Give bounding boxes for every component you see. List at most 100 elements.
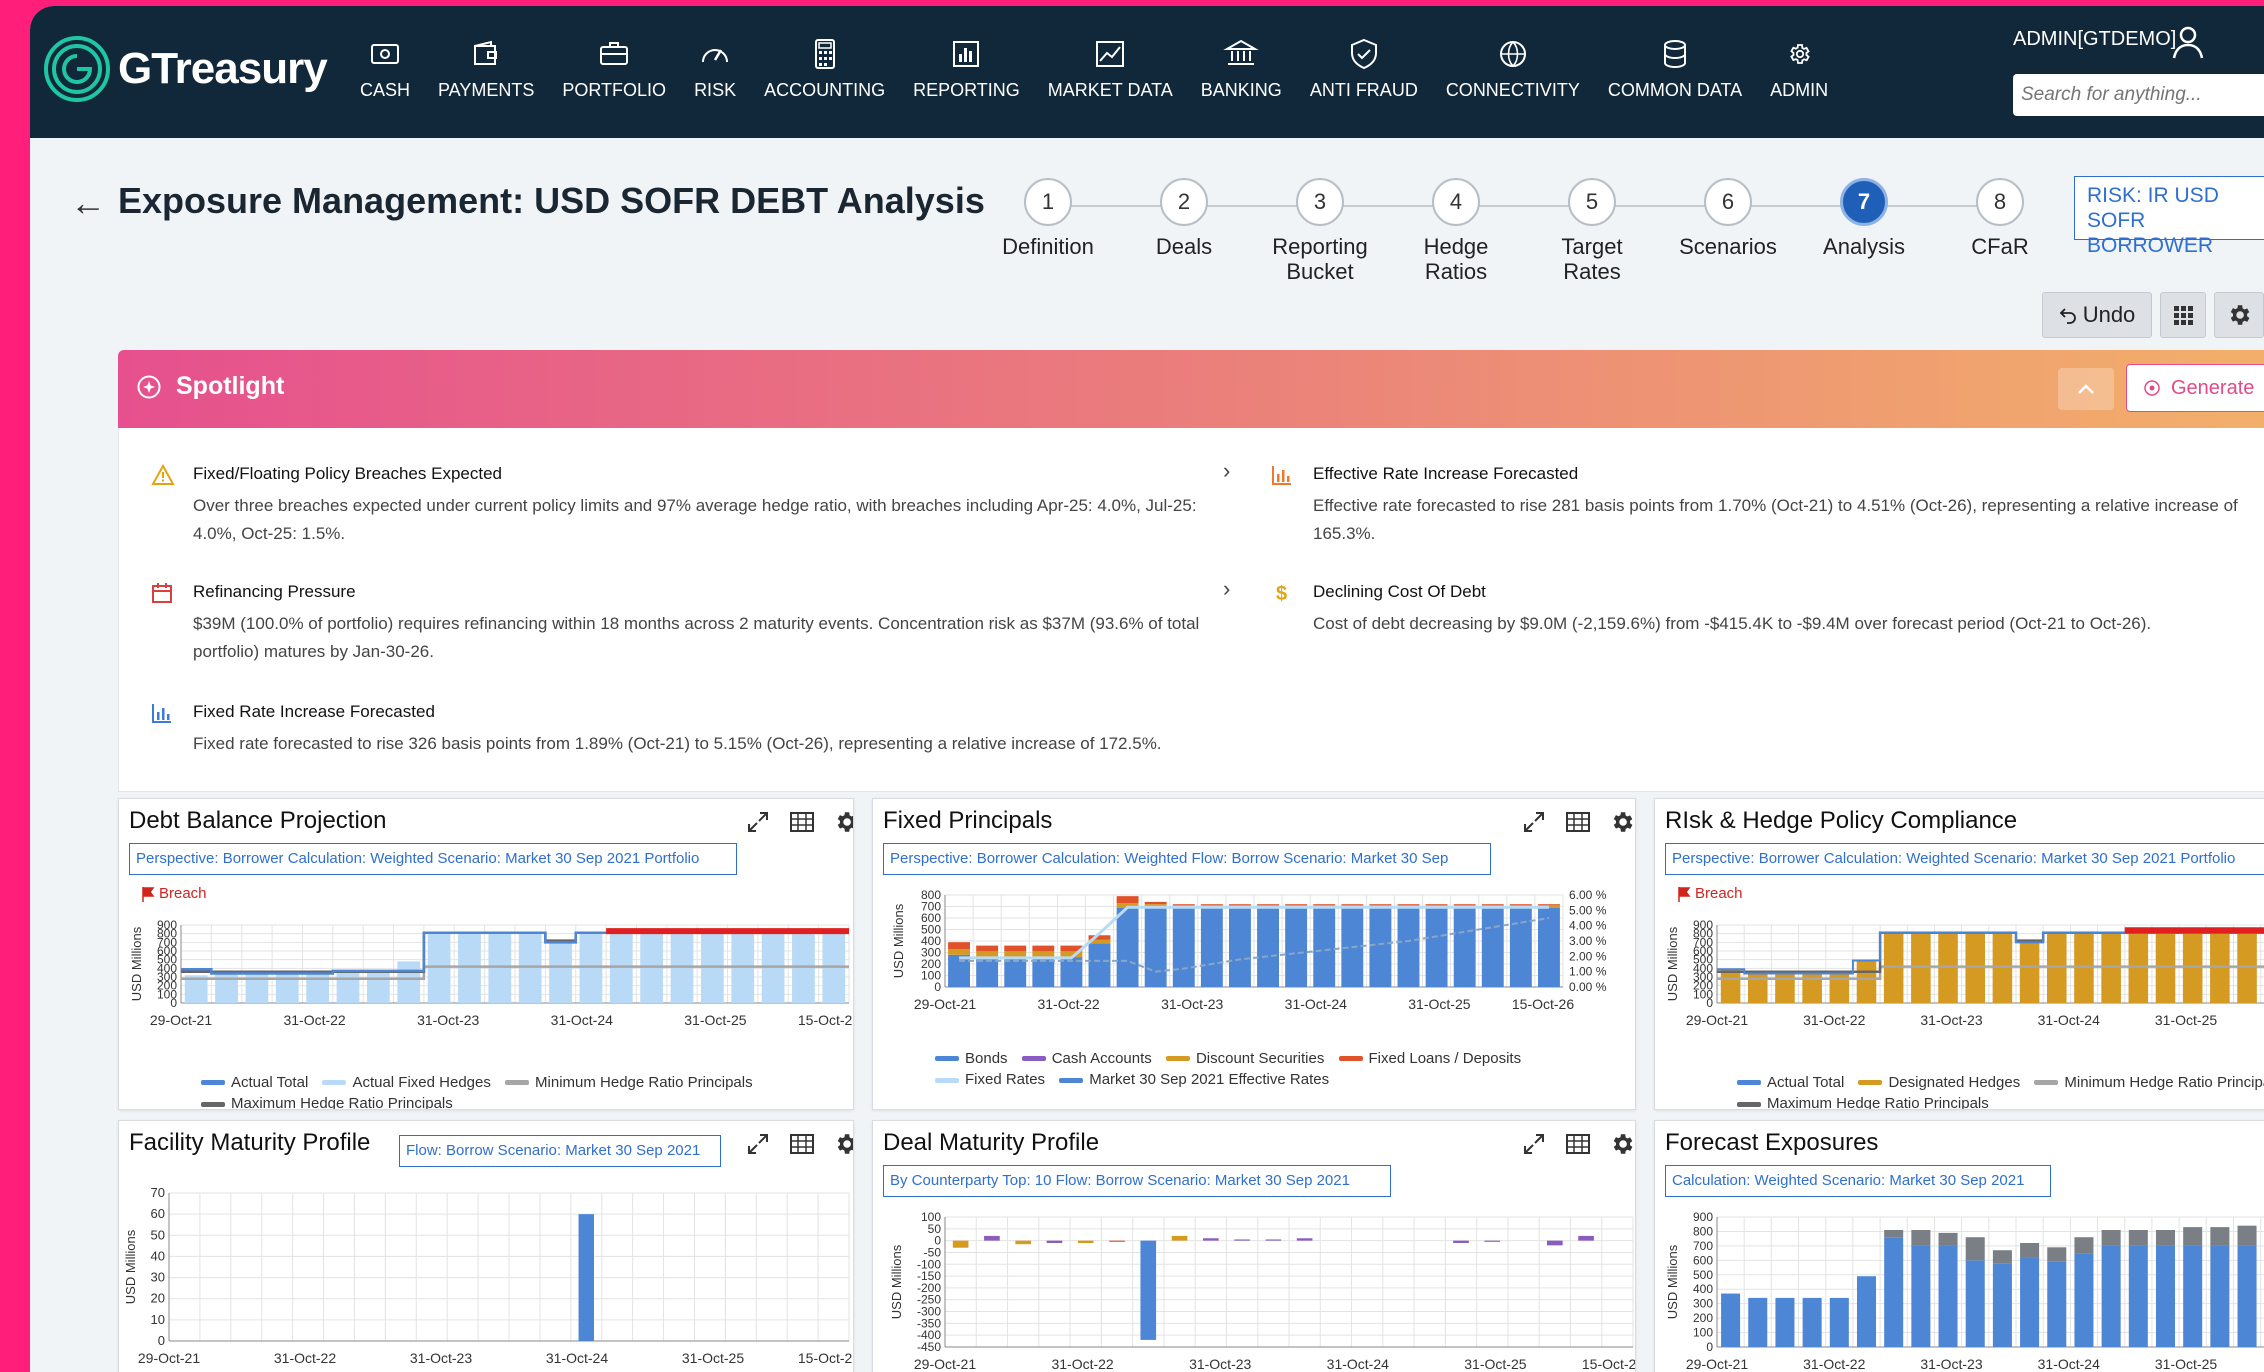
nav-payments[interactable]: PAYMENTS [424, 36, 548, 101]
bar-forecast-additional [1884, 1230, 1904, 1238]
debt-balance-chart[interactable]: 0100200300400500600700800900USD Millions… [119, 905, 854, 1085]
y-tick-label: 20 [151, 1291, 165, 1306]
bar-forecast-base [1829, 1297, 1849, 1347]
legend-item[interactable]: Market 30 Sep 2021 Effective Rates [1059, 1070, 1329, 1090]
legend-item[interactable]: Designated Hedges [1858, 1073, 2020, 1093]
legend-item[interactable]: Maximum Hedge Ratio Principals [1737, 1094, 1989, 1109]
step-definition[interactable]: 1 Definition [980, 178, 1116, 259]
risk-hedge-chart[interactable]: 0100200300400500600700800900USD Millions… [1655, 905, 2264, 1085]
nav-label: PAYMENTS [438, 80, 535, 100]
nav-admin[interactable]: ADMIN [1756, 36, 1842, 101]
bar-forecast-additional [2128, 1230, 2148, 1246]
risk-label-box[interactable]: RISK: IR USD SOFR BORROWER [2074, 176, 2264, 257]
gear-icon[interactable] [1607, 807, 1635, 837]
gear-icon[interactable] [1607, 1129, 1635, 1159]
top-navigation-bar: GTreasury CASH PAYMENTS PORTFOLIO RISK ACCOU… [30, 6, 2264, 138]
nav-risk[interactable]: RISK [680, 36, 750, 101]
bar-actual-fixed-hedges [458, 932, 481, 1003]
expand-icon[interactable] [1519, 1129, 1549, 1159]
chevron-right-icon[interactable]: › [1223, 458, 1230, 484]
bar-forecast-base [2128, 1245, 2148, 1347]
nav-portfolio[interactable]: PORTFOLIO [548, 36, 680, 101]
fixed-principals-chart[interactable]: 0100200300400500600700800USD Millions29-… [873, 883, 1636, 1053]
legend-item[interactable]: Maximum Hedge Ratio Principals [201, 1094, 453, 1109]
generate-button[interactable]: Generate [2126, 364, 2264, 412]
chevron-right-icon[interactable]: › [1223, 576, 1230, 602]
expand-icon[interactable] [743, 1129, 773, 1159]
step-number: 6 [1704, 178, 1752, 226]
expand-icon[interactable] [743, 807, 773, 837]
search-input[interactable] [2013, 74, 2264, 116]
card-filter[interactable]: Perspective: Borrower Calculation: Weigh… [129, 843, 737, 875]
step-target-rates[interactable]: 5 Target Rates [1524, 178, 1660, 284]
nav-accounting[interactable]: ACCOUNTING [750, 36, 899, 101]
nav-banking[interactable]: BANKING [1187, 36, 1296, 101]
step-deals[interactable]: 2 Deals [1116, 178, 1252, 259]
card-filter[interactable]: Perspective: Borrower Calculation: Weigh… [883, 843, 1491, 875]
y-tick-label: 200 [1693, 1311, 1713, 1325]
svg-text:$: $ [1276, 583, 1287, 604]
bar-forecast-additional [2155, 1230, 2176, 1246]
nav-connectivity[interactable]: CONNECTIVITY [1432, 36, 1594, 101]
expand-icon[interactable] [1519, 807, 1549, 837]
user-name[interactable]: ADMIN[GTDEMO] [2013, 28, 2176, 51]
gear-icon[interactable] [831, 1129, 853, 1159]
legend-item[interactable]: Bonds [935, 1049, 1008, 1069]
undo-button[interactable]: Undo [2042, 292, 2152, 338]
card-filter[interactable]: Perspective: Borrower Calculation: Weigh… [1665, 843, 2264, 875]
legend-item[interactable]: Actual Total [201, 1073, 308, 1093]
legend-item[interactable]: Minimum Hedge Ratio Principals [2034, 1073, 2264, 1093]
facility-maturity-chart[interactable]: 0 10 20 30 40 50 60 70 USD Millions 29-Oct-21 31-O… [119, 1173, 854, 1372]
bar-fixed-loans [1004, 945, 1027, 952]
legend-item[interactable]: Fixed Loans / Deposits [1338, 1049, 1521, 1069]
nav-label: ACCOUNTING [764, 80, 886, 100]
step-cfar[interactable]: 8 CFaR [1932, 178, 2068, 259]
step-number: 4 [1432, 178, 1480, 226]
legend-item[interactable]: Actual Fixed Hedges [322, 1073, 491, 1093]
gtreasury-logo[interactable]: GTreasury [42, 34, 328, 104]
chart-legend: Bonds Cash Accounts Discount Securities … [935, 1047, 1625, 1090]
step-analysis[interactable]: 7 Analysis [1796, 178, 1932, 259]
back-arrow-icon[interactable]: ← [70, 182, 106, 224]
step-hedge-ratios[interactable]: 4 Hedge Ratios [1388, 178, 1524, 284]
bar-forecast-base [1884, 1237, 1904, 1347]
table-icon[interactable] [787, 1129, 817, 1159]
bar-actual-fixed-hedges [609, 932, 633, 1003]
nav-common-data[interactable]: COMMON DATA [1594, 36, 1756, 101]
table-icon[interactable] [1563, 807, 1593, 837]
y-tick-label: 900 [1693, 1210, 1713, 1224]
collapse-button[interactable] [2058, 368, 2114, 410]
card-filter[interactable]: Flow: Borrow Scenario: Market 30 Sep 202… [399, 1135, 721, 1167]
calculator-icon [814, 39, 835, 69]
table-icon[interactable] [1563, 1129, 1593, 1159]
step-scenarios[interactable]: 6 Scenarios [1660, 178, 1796, 259]
nav-cash[interactable]: CASH [346, 36, 424, 101]
breach-legend: Breach [1677, 885, 1743, 902]
card-filter[interactable]: Calculation: Weighted Scenario: Market 3… [1665, 1165, 2051, 1197]
deal-maturity-chart[interactable]: 100500-50-100-150-200-250-300-350-400-45… [873, 1205, 1636, 1372]
legend-item[interactable]: Minimum Hedge Ratio Principals [505, 1073, 753, 1093]
x-tick-label: 31-Oct-23 [1161, 996, 1223, 1012]
step-reporting-bucket[interactable]: 3 Reporting Bucket [1252, 178, 1388, 284]
grid-view-button[interactable] [2160, 292, 2206, 338]
table-icon[interactable] [787, 807, 817, 837]
legend-item[interactable]: Actual Total [1737, 1073, 1844, 1093]
nav-anti-fraud[interactable]: ANTI FRAUD [1296, 36, 1432, 101]
nav-reporting[interactable]: REPORTING [899, 36, 1034, 101]
legend-item[interactable]: Cash Accounts [1021, 1049, 1152, 1069]
bar-forecast-base [1748, 1297, 1768, 1347]
user-icon[interactable] [2170, 24, 2206, 60]
x-tick-label: 31-Oct-25 [682, 1350, 744, 1366]
card-filter[interactable]: By Counterparty Top: 10 Flow: Borrow Sce… [883, 1165, 1391, 1197]
bar-designated-hedges [1938, 933, 1958, 1003]
forecast-exposures-chart[interactable]: 0100200300400500600700800900 USD Millions… [1655, 1205, 2264, 1372]
gear-icon[interactable] [831, 807, 853, 837]
settings-button[interactable] [2214, 292, 2264, 338]
bar-fixed-loans [1313, 904, 1336, 906]
nav-market-data[interactable]: MARKET DATA [1034, 36, 1187, 101]
insight-title: Fixed Rate Increase Forecasted [193, 702, 435, 721]
bar-forecast-additional [2047, 1247, 2067, 1262]
legend-item[interactable]: Fixed Rates [935, 1070, 1045, 1090]
legend-item[interactable]: Discount Securities [1165, 1049, 1324, 1069]
card-tools [1519, 807, 1635, 837]
